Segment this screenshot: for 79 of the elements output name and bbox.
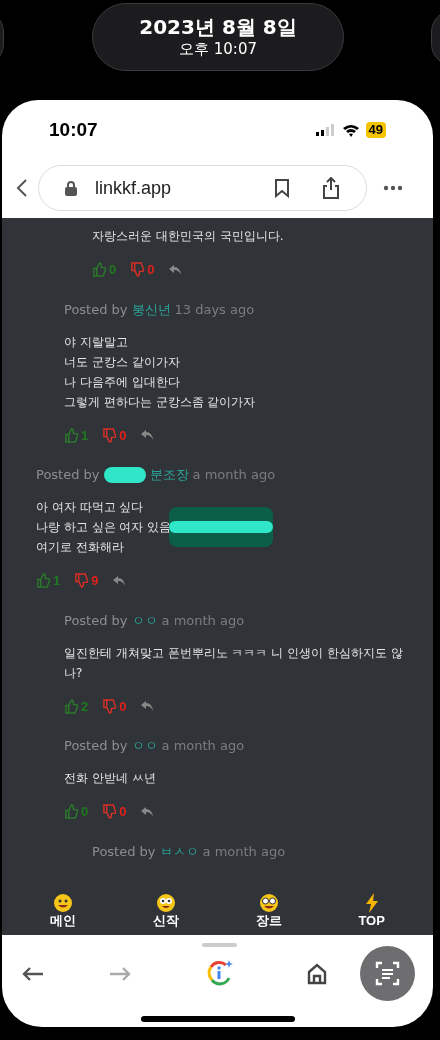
posted-by-label: Posted by xyxy=(64,611,128,630)
lock-date: 2023년 8월 8일 xyxy=(139,15,297,39)
thumbs-down-icon xyxy=(102,804,118,820)
glasses-face-icon xyxy=(258,893,279,913)
reply-icon xyxy=(140,429,155,442)
nav-item[interactable]: 장르 xyxy=(238,893,299,929)
reply-button[interactable] xyxy=(140,805,155,818)
reply-icon xyxy=(140,805,155,818)
comment-text: 나 다음주에 입대한다 xyxy=(64,373,180,391)
info-sparkle-icon[interactable] xyxy=(206,959,234,987)
reply-icon xyxy=(168,263,183,276)
like-button[interactable]: 1 xyxy=(36,571,61,591)
posted-by-label: Posted by xyxy=(64,300,128,319)
back-arrow-icon[interactable] xyxy=(22,966,44,982)
posted-by-label: Posted by xyxy=(36,466,100,484)
back-chevron-icon[interactable] xyxy=(16,178,28,198)
reply-button[interactable] xyxy=(140,429,155,442)
lock-icon xyxy=(65,180,77,196)
url-text: linkkf.app xyxy=(95,176,172,200)
post-time: a month ago xyxy=(161,737,245,755)
nav-item[interactable]: 메인 xyxy=(33,893,94,929)
thumbs-up-icon xyxy=(92,262,107,278)
post-time: a month ago xyxy=(161,611,245,630)
thumbs-up-icon xyxy=(64,804,79,820)
nav-item[interactable]: TOP xyxy=(341,893,402,929)
more-icon[interactable] xyxy=(383,185,403,191)
reply-button[interactable] xyxy=(168,263,183,276)
wifi-icon xyxy=(341,123,360,137)
post-time: a month ago xyxy=(192,466,276,484)
post-time: a month ago xyxy=(202,842,286,861)
author-name[interactable]: ㅇㅇ xyxy=(131,610,158,631)
thumbs-up-icon xyxy=(64,427,79,443)
like-button[interactable]: 0 xyxy=(92,260,117,280)
thumbs-down-icon xyxy=(102,427,118,443)
home-icon[interactable] xyxy=(307,963,327,985)
reply-button[interactable] xyxy=(140,700,155,713)
author-name[interactable]: ㅇㅇ xyxy=(131,736,158,756)
author-name[interactable]: ㅂㅅㅇ xyxy=(159,841,199,862)
dislike-button[interactable]: 0 xyxy=(102,696,127,716)
comment-text: 여기로 전화해라 xyxy=(36,539,124,556)
battery-level: 49 xyxy=(365,122,386,138)
comment-text: 자랑스러운 대한민국의 국민입니다. xyxy=(92,228,284,245)
reply-icon xyxy=(112,574,127,587)
comment-text: 일진한테 개쳐맞고 폰번뿌리노 ㅋㅋㅋ 니 인생이 한심하지도 않나? xyxy=(64,644,404,682)
thumbs-up-icon xyxy=(36,573,51,589)
share-icon[interactable] xyxy=(322,177,340,199)
reply-icon xyxy=(140,700,155,713)
thumbs-down-icon xyxy=(102,698,118,714)
thumbs-down-icon xyxy=(130,262,146,278)
status-time: 10:07 xyxy=(49,117,98,142)
dislike-button[interactable]: 9 xyxy=(74,571,99,591)
posted-by-label: Posted by xyxy=(92,842,156,861)
comment-text: 나랑 하고 싶은 여자 있음 xyxy=(36,519,172,536)
like-button[interactable]: 0 xyxy=(64,802,89,822)
thumbs-up-icon xyxy=(64,698,79,714)
lock-time: 오후 10:07 xyxy=(179,39,257,59)
author-name[interactable]: 분조장 xyxy=(149,465,189,485)
dislike-button[interactable]: 0 xyxy=(130,260,155,280)
posted-by-label: Posted by xyxy=(64,737,128,755)
comment-text: 아 여자 따먹고 싶다 xyxy=(36,499,144,516)
nav-item[interactable]: 신작 xyxy=(136,893,197,929)
post-time: 13 days ago xyxy=(174,300,255,319)
thumbs-down-icon xyxy=(74,573,90,589)
comment-text: 야 지랄말고 xyxy=(64,333,128,351)
bookmark-icon[interactable] xyxy=(274,178,290,198)
dislike-button[interactable]: 0 xyxy=(102,425,127,445)
googly-eyes-icon xyxy=(156,893,177,913)
signal-icon xyxy=(315,124,336,136)
reply-button[interactable] xyxy=(112,574,127,587)
comment-text: 전화 안받네 ㅆ년 xyxy=(64,770,156,787)
like-button[interactable]: 2 xyxy=(64,696,89,716)
comment-text: 너도 군캉스 같이가자 xyxy=(64,353,180,371)
comment-text: 그렇게 편하다는 군캉스좀 같이가자 xyxy=(64,393,256,411)
lens-button[interactable] xyxy=(360,946,415,1001)
sheet-handle xyxy=(202,943,237,947)
smiley-icon xyxy=(53,893,74,913)
dislike-button[interactable]: 0 xyxy=(102,802,127,822)
like-button[interactable]: 1 xyxy=(64,425,89,445)
author-name[interactable]: 붕신년 xyxy=(131,299,171,320)
